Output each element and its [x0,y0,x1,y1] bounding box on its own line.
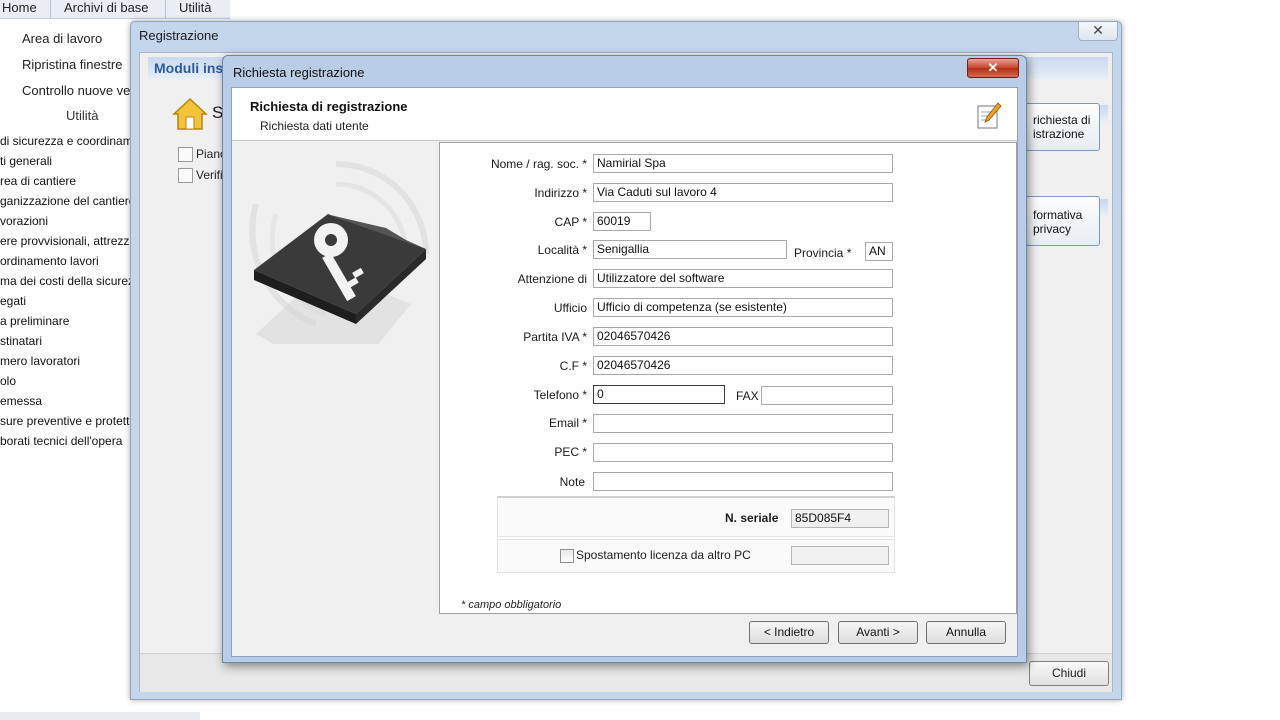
seriale-field: 85D085F4 [791,509,889,528]
ribbon-group-label: Utilità [66,108,99,123]
ribbon-area-di-lavoro[interactable]: Area di lavoro [22,31,102,46]
ufficio-label: Ufficio [553,301,587,315]
project-tree: di sicurezza e coordiname ti generali re… [0,132,135,462]
tree-item[interactable]: ma dei costi della sicurez [0,272,135,292]
nome-label: Nome / rag. soc. * [490,157,587,171]
localita-label: Località * [537,243,587,257]
telefono-label: Telefono * [533,388,587,402]
email-label: Email * [548,416,587,430]
pec-label: PEC * [554,445,587,459]
ribbon-ripristina-finestre[interactable]: Ripristina finestre [22,57,122,72]
cap-input[interactable]: 60019 [593,212,651,231]
richiesta-registrazione-dialog: Richiesta registrazione ✕ Richiesta di r… [222,55,1027,663]
menu-separator [50,0,51,18]
registrazione-window-title: Registrazione [139,28,219,43]
tree-item[interactable]: mero lavoratori [0,352,135,372]
required-footnote: * campo obbligatorio [461,599,562,611]
tree-item[interactable]: vorazioni [0,212,135,232]
fax-input[interactable] [761,386,893,405]
pec-input[interactable] [593,443,893,462]
verifica-checkbox[interactable] [178,168,193,183]
menu-home[interactable]: Home [2,0,37,15]
provincia-input[interactable]: AN [865,242,893,261]
tree-item[interactable]: a preliminare [0,312,135,332]
note-input[interactable] [593,472,893,491]
menu-archivi-di-base[interactable]: Archivi di base [64,0,149,15]
cf-label: C.F * [559,359,587,373]
dialog-header: Richiesta di registrazione Richiesta dat… [232,88,1017,141]
registrazione-close-button[interactable]: ✕ [1078,22,1118,41]
spostamento-group: Spostamento licenza da altro PC [497,539,895,573]
annulla-button[interactable]: Annulla [926,621,1006,644]
dialog-client-area: Richiesta di registrazione Richiesta dat… [231,87,1018,657]
provincia-label: Provincia * [794,246,852,260]
seriale-group: N. seriale 85D085F4 [497,496,895,537]
home-icon [172,97,208,130]
nome-input[interactable]: Namirial Spa [593,154,893,173]
tree-item[interactable]: sure preventive e protett [0,412,135,432]
tree-item[interactable]: di sicurezza e coordiname [0,132,135,152]
piva-input[interactable]: 02046570426 [593,327,893,346]
ribbon-controllo-nuove-versioni[interactable]: Controllo nuove ve [22,83,130,98]
cap-label: CAP * [554,215,587,229]
avanti-button[interactable]: Avanti > [838,621,918,644]
menu-utilita[interactable]: Utilità [179,0,212,15]
chiudi-button[interactable]: Chiudi [1029,661,1109,686]
seriale-label: N. seriale [725,511,779,525]
close-icon: ✕ [987,60,999,75]
cf-input[interactable]: 02046570426 [593,356,893,375]
menu-separator [165,0,166,18]
key-folder-icon [249,161,429,344]
dialog-close-button[interactable]: ✕ [967,58,1019,78]
tree-item[interactable]: ordinamento lavori [0,252,135,272]
indirizzo-input[interactable]: Via Caduti sul lavoro 4 [593,183,893,202]
tree-item[interactable]: rea di cantiere [0,172,135,192]
bottom-scrollbar[interactable] [0,712,200,720]
spostamento-checkbox[interactable] [560,549,574,563]
verifica-label: Verifi [196,168,223,182]
localita-input[interactable]: Senigallia [593,240,787,259]
indietro-button[interactable]: < Indietro [749,621,829,644]
tree-item[interactable]: egati [0,292,135,312]
form-panel: Nome / rag. soc. * Namirial Spa Indirizz… [439,142,1017,614]
spostamento-field [791,546,889,565]
richiesta-registrazione-button[interactable]: richiesta di istrazione [1024,103,1100,151]
dialog-header-title: Richiesta di registrazione [250,99,408,114]
dialog-header-subtitle: Richiesta dati utente [260,119,369,133]
tree-item[interactable]: emessa [0,392,135,412]
tree-item[interactable]: ere provvisionali, attrezz [0,232,135,252]
edit-document-icon [977,102,1002,129]
piva-label: Partita IVA * [523,330,587,344]
main-menubar: Home Archivi di base Utilità [0,0,230,19]
piano-checkbox[interactable] [178,147,193,162]
attenzione-label: Attenzione di [517,272,587,286]
tree-item[interactable]: olo [0,372,135,392]
ufficio-input[interactable]: Ufficio di competenza (se esistente) [593,298,893,317]
tree-item[interactable]: borati tecnici dell'opera [0,432,135,452]
informativa-privacy-label: formativa privacy [1033,208,1083,236]
richiesta-registrazione-label: richiesta di istrazione [1033,113,1091,141]
note-label: Note [559,475,585,489]
indirizzo-label: Indirizzo * [534,186,587,200]
dialog-title: Richiesta registrazione [233,65,365,80]
fax-label: FAX [736,389,759,403]
telefono-input[interactable]: 0 [593,385,725,404]
close-icon: ✕ [1092,22,1104,38]
tree-item[interactable]: stinatari [0,332,135,352]
tree-item[interactable]: ti generali [0,152,135,172]
spostamento-label: Spostamento licenza da altro PC [576,548,751,562]
tree-item[interactable]: ganizzazione del cantiere [0,192,135,212]
email-input[interactable] [593,414,893,433]
informativa-privacy-button[interactable]: formativa privacy [1024,196,1100,246]
attenzione-input[interactable]: Utilizzatore del software [593,269,893,288]
moduli-label: Moduli ins [154,60,224,76]
